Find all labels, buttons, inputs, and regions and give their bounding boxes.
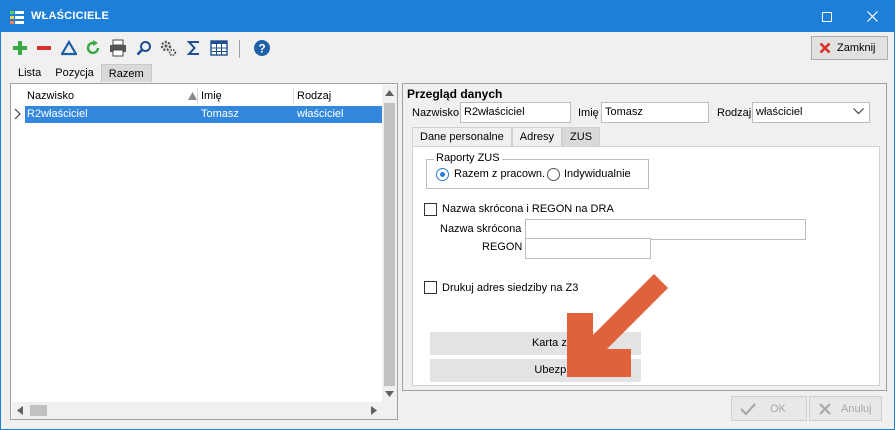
columns-icon [210,40,228,56]
owners-grid: Nazwisko Imię Rodzaj R2właściciel Tomasz… [10,83,398,420]
print-button[interactable] [108,38,128,58]
rodzaj-label: Rodzaj [717,107,752,119]
cell-imie: Tomasz [201,108,239,120]
refresh-button[interactable] [83,38,103,58]
close-window-button[interactable] [850,1,894,32]
details-title: Przegląd danych [407,87,503,101]
main-window: WŁAŚCICIELE ? Zamknij Lista Pozycja Raze… [0,0,895,430]
checkmark-icon [740,402,756,415]
settings-icon [160,40,177,57]
imie-label: Imię [578,107,599,119]
tab-dane-personalne[interactable]: Dane personalne [412,127,512,146]
tab-razem[interactable]: Razem [100,64,152,82]
close-button-label: Zamknij [837,42,876,54]
current-row-indicator-icon [14,108,21,120]
nazwisko-field[interactable]: R2właściciel [460,102,571,123]
remove-button[interactable] [34,38,54,58]
nazwisko-label: Nazwisko [412,107,460,119]
close-x-icon [819,42,831,54]
vertical-scrollbar[interactable] [382,85,397,402]
ok-button[interactable]: OK [731,396,807,421]
cancel-x-icon [819,402,831,415]
checkbox-z3-label: Drukuj adres siedziby na Z3 [442,282,579,294]
print-icon [110,39,126,57]
tab-pozycja[interactable]: Pozycja [48,64,101,82]
refresh-icon [86,40,100,55]
add-button[interactable] [10,38,30,58]
column-header-nazwisko[interactable]: Nazwisko [27,90,74,102]
title-bar: WŁAŚCICIELE [1,1,894,32]
regon-field[interactable] [525,238,651,259]
search-icon [136,41,151,56]
column-header-imie[interactable]: Imię [201,90,222,102]
column-divider [293,88,294,104]
edit-icon [61,40,77,56]
checkbox-dra[interactable] [424,203,437,216]
column-divider [197,88,198,104]
tab-lista[interactable]: Lista [11,64,48,82]
edit-button[interactable] [59,38,79,58]
horizontal-scroll-thumb[interactable] [30,405,47,416]
nazwa-skrocona-label: Nazwa skrócona [440,223,522,235]
radio-razem[interactable] [436,168,449,181]
radio-indywidualnie-label: Indywidualnie [564,168,631,180]
sum-icon [186,41,199,55]
scroll-up-icon [385,90,394,96]
close-icon [866,11,878,22]
settings-button[interactable] [158,38,178,58]
chevron-down-icon [853,108,864,115]
checkbox-z3[interactable] [424,281,437,294]
scroll-right-icon [371,406,377,415]
rodzaj-select-value: właściciel [756,106,803,118]
help-button[interactable]: ? [252,38,272,58]
imie-field[interactable]: Tomasz [601,102,709,123]
raporty-zus-group: Raporty ZUS Razem z pracown. Indywidualn… [426,152,649,189]
cell-rodzaj: właściciel [297,108,344,120]
radio-indywidualnie[interactable] [547,168,560,181]
cancel-button[interactable]: Anuluj [809,396,882,421]
ok-label: OK [770,402,786,415]
grid-header: Nazwisko Imię Rodzaj [11,88,383,104]
svg-text:?: ? [258,42,265,56]
search-button[interactable] [134,38,154,58]
toolbar: ? [1,32,894,63]
vertical-scroll-thumb[interactable] [384,103,395,386]
help-icon: ? [254,40,270,56]
details-tabs: Dane personalne Adresy ZUS [412,127,601,146]
remove-icon [37,46,51,50]
columns-button[interactable] [209,38,229,58]
nazwa-skrocona-field[interactable] [525,219,806,240]
radio-razem-label: Razem z pracown. [454,168,546,180]
sum-button[interactable] [184,38,204,58]
add-icon [13,41,27,55]
main-tabs: Lista Pozycja Razem [11,64,152,82]
tab-zus[interactable]: ZUS [562,127,601,146]
close-button[interactable]: Zamknij [811,36,888,60]
table-row[interactable]: R2właściciel Tomasz właściciel [25,106,382,123]
app-icon [10,11,24,24]
scroll-down-icon [385,391,394,397]
annotation-arrow-icon [567,274,668,377]
cell-nazwisko: R2właściciel [27,108,88,120]
cancel-label: Anuluj [841,402,872,415]
toolbar-separator [239,40,240,58]
window-title: WŁAŚCICIELE [31,10,109,22]
scroll-left-icon [17,406,23,415]
horizontal-scrollbar[interactable] [12,402,382,419]
checkbox-dra-label: Nazwa skrócona i REGON na DRA [442,203,614,215]
rodzaj-select[interactable]: właściciel [752,102,870,123]
regon-label: REGON [482,241,523,253]
column-header-rodzaj[interactable]: Rodzaj [297,90,331,102]
scrollbar-corner [382,402,397,419]
maximize-button[interactable] [805,1,849,32]
sort-ascending-icon [188,92,197,100]
maximize-icon [822,11,832,22]
tab-adresy[interactable]: Adresy [511,127,563,146]
raporty-zus-title: Raporty ZUS [434,152,502,164]
